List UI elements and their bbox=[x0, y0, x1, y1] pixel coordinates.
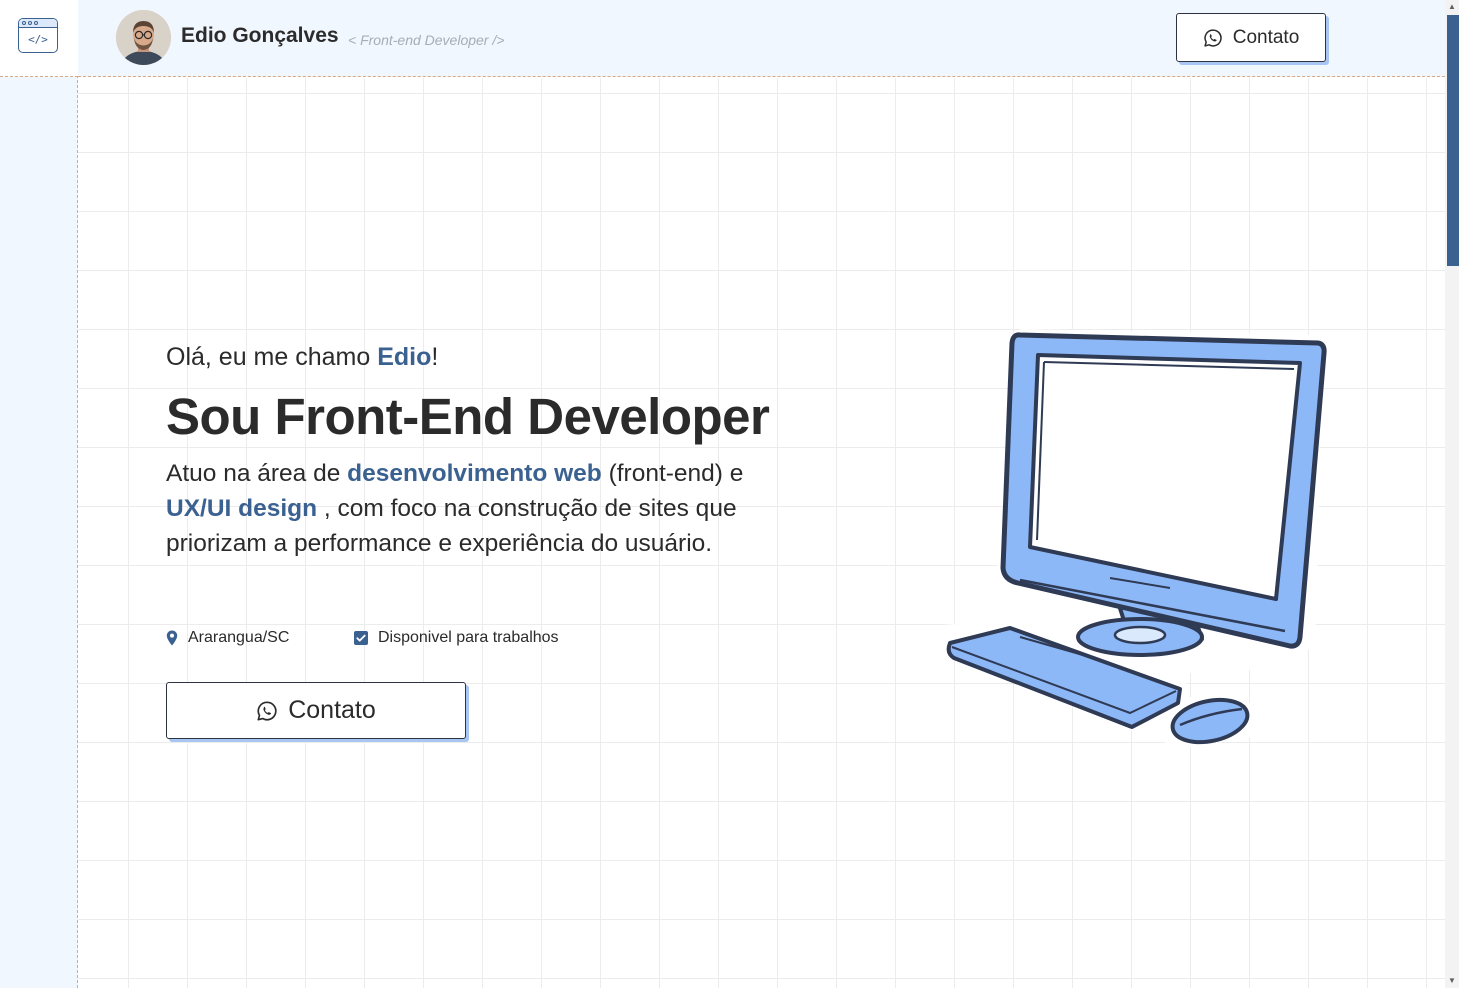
whatsapp-icon bbox=[1204, 28, 1222, 47]
hero-contact-label: Contato bbox=[288, 696, 376, 724]
description-text: Atuo na área de bbox=[166, 460, 348, 487]
hero-contact-button[interactable]: Contato bbox=[166, 682, 466, 739]
header-contact-button[interactable]: Contato bbox=[1176, 13, 1326, 62]
scroll-up-arrow-icon[interactable]: ▲ bbox=[1445, 0, 1459, 14]
code-window-icon[interactable]: </> bbox=[18, 18, 58, 53]
logo-dot bbox=[22, 21, 26, 25]
header-contact-label: Contato bbox=[1232, 26, 1300, 48]
brand-role: < Front-end Developer /> bbox=[348, 32, 505, 48]
logo-dot bbox=[28, 21, 32, 25]
description-text: (front-end) e bbox=[601, 460, 744, 487]
left-rail bbox=[0, 0, 78, 988]
hero-greeting: Olá, eu me chamo Edio! bbox=[166, 343, 438, 372]
scrollbar-thumb[interactable] bbox=[1447, 15, 1459, 266]
brand-name: Edio Gonçalves bbox=[181, 24, 339, 47]
hero-description: Atuo na área de desenvolvimento web (fro… bbox=[166, 456, 776, 561]
site-header: Edio Gonçalves < Front-end Developer /> … bbox=[78, 0, 1445, 77]
greeting-prefix: Olá, eu me chamo bbox=[166, 343, 378, 371]
page-scrollbar[interactable]: ▲ ▼ bbox=[1445, 0, 1459, 988]
greeting-suffix: ! bbox=[431, 343, 439, 371]
hero-headline: Sou Front-End Developer bbox=[166, 388, 770, 445]
scroll-down-arrow-icon[interactable]: ▼ bbox=[1445, 974, 1459, 988]
logo-code-glyph: </> bbox=[28, 33, 48, 46]
whatsapp-icon bbox=[257, 700, 277, 721]
map-pin-icon bbox=[166, 630, 178, 646]
checkbox-checked-icon bbox=[354, 631, 368, 645]
avatar-portrait bbox=[116, 10, 171, 65]
location-info: Ararangua/SC bbox=[166, 629, 289, 647]
location-text: Ararangua/SC bbox=[188, 629, 290, 646]
computer-illustration bbox=[942, 329, 1327, 749]
availability-info: Disponivel para trabalhos bbox=[354, 629, 559, 647]
logo-area: </> bbox=[0, 0, 78, 77]
logo-window-bar bbox=[19, 19, 57, 28]
description-highlight: UX/UI design bbox=[166, 495, 318, 522]
availability-text: Disponivel para trabalhos bbox=[378, 629, 559, 646]
description-highlight: desenvolvimento web bbox=[347, 460, 602, 487]
logo-dot bbox=[34, 21, 38, 25]
greeting-name: Edio bbox=[377, 343, 432, 371]
avatar bbox=[116, 10, 171, 65]
